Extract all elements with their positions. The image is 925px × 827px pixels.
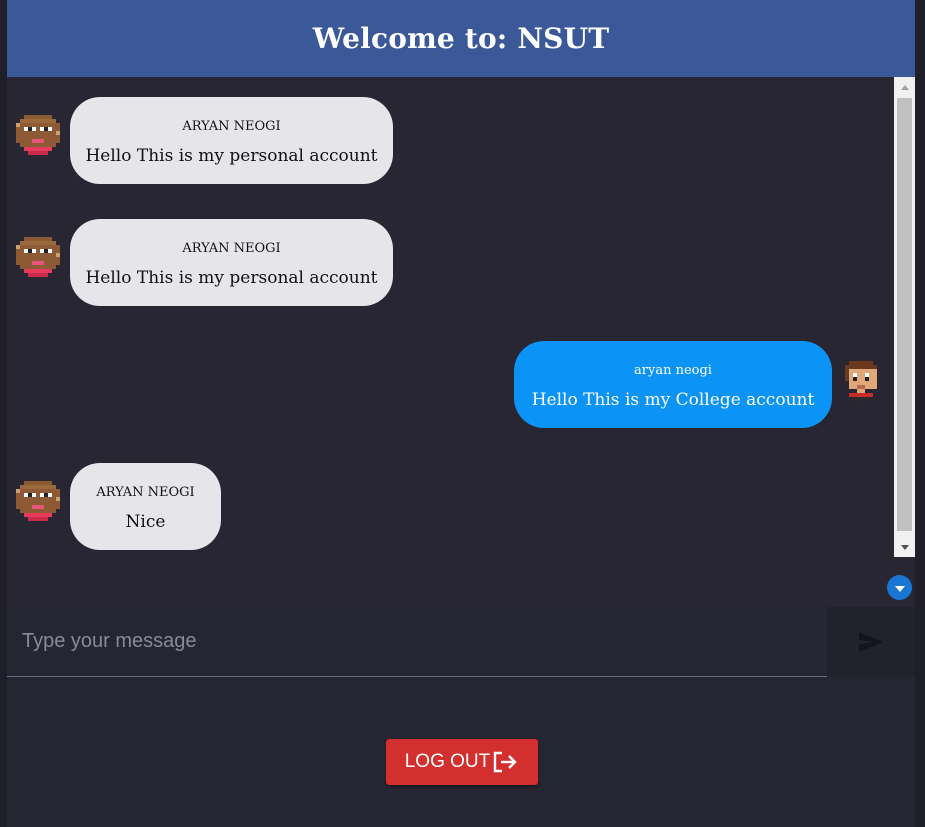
header-bar: Welcome to: NSUT: [7, 0, 915, 77]
message-sender: ARYAN NEOGI: [182, 241, 281, 256]
send-button[interactable]: [827, 607, 915, 677]
message-bubble: ARYAN NEOGI Hello This is my personal ac…: [70, 219, 393, 306]
message-text: Nice: [125, 512, 166, 532]
scrollbar-thumb[interactable]: [897, 98, 912, 531]
message-text: Hello This is my personal account: [85, 146, 378, 166]
message-bubble: ARYAN NEOGI Nice: [70, 463, 221, 550]
message-input[interactable]: [7, 607, 827, 676]
avatar-icon: [16, 115, 60, 155]
chevron-down-icon[interactable]: [887, 575, 912, 600]
message-bubble: ARYAN NEOGI Hello This is my personal ac…: [70, 97, 393, 184]
message-sender: ARYAN NEOGI: [182, 119, 281, 134]
scroll-down-arrow-icon[interactable]: [894, 537, 915, 557]
avatar-icon: [16, 481, 60, 521]
message-bubble: aryan neogi Hello This is my College acc…: [514, 341, 832, 428]
window-edge-right: [915, 0, 925, 827]
message-input-container: [7, 607, 827, 677]
scroll-up-arrow-icon[interactable]: [894, 77, 915, 97]
logout-label: LOG OUT: [404, 751, 491, 772]
avatar-icon: [845, 361, 877, 401]
chat-scrollbar[interactable]: [894, 77, 915, 557]
message-text: Hello This is my College account: [531, 390, 815, 410]
logout-button[interactable]: LOG OUT: [386, 739, 538, 785]
send-icon: [859, 632, 883, 652]
page-title: Welcome to: NSUT: [312, 22, 610, 55]
window-edge-left: [0, 0, 7, 827]
logout-icon: [494, 751, 517, 773]
avatar-icon: [16, 237, 60, 277]
chat-app: Welcome to: NSUT ARYAN NEOGI Hello This …: [0, 0, 925, 827]
message-sender: ARYAN NEOGI: [96, 485, 195, 500]
message-sender: aryan neogi: [634, 363, 712, 378]
message-text: Hello This is my personal account: [85, 268, 378, 288]
